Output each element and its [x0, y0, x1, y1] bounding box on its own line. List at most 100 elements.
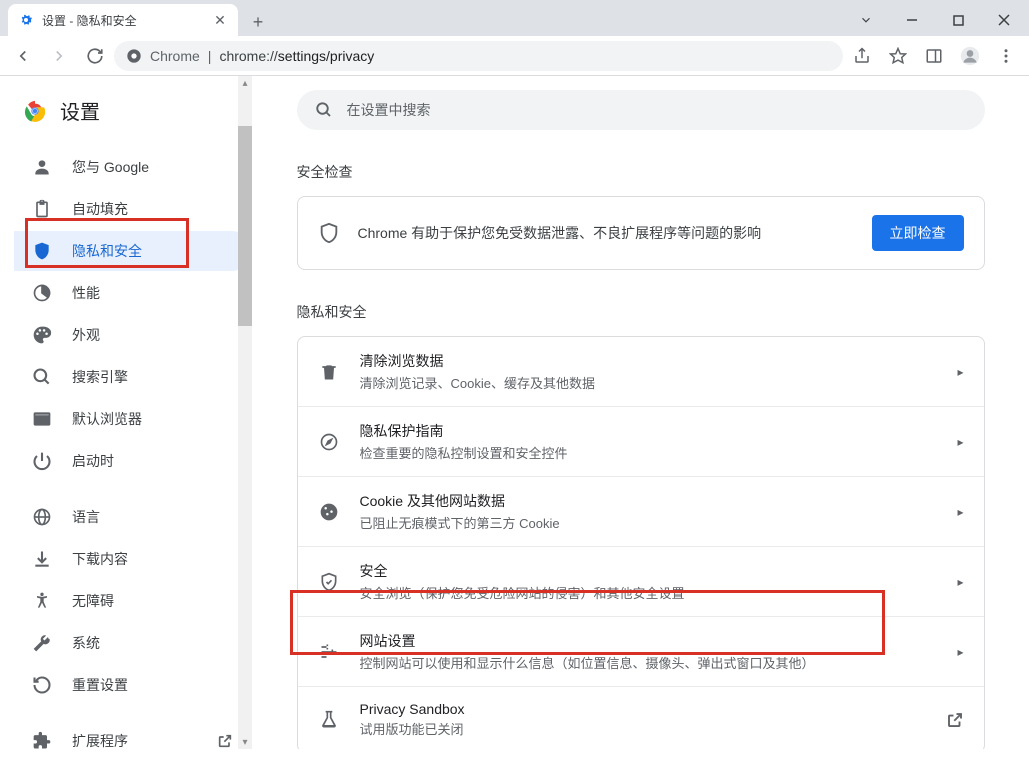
maximize-button[interactable] [935, 4, 981, 36]
sidebar-item-appearance[interactable]: 外观 [14, 315, 252, 355]
reload-button[interactable] [78, 39, 112, 73]
shield-check-icon [318, 571, 340, 593]
scroll-up-icon[interactable]: ▴ [238, 76, 252, 90]
row-subtitle: 清除浏览记录、Cookie、缓存及其他数据 [360, 373, 938, 392]
sidebar-item-label: 性能 [72, 283, 100, 303]
cookie-icon [318, 501, 340, 523]
chrome-logo-icon [126, 48, 142, 64]
download-icon [32, 549, 52, 569]
trash-icon [318, 361, 340, 383]
restore-icon [32, 675, 52, 695]
settings-main: 在设置中搜索 安全检查 Chrome 有助于保护您免受数据泄露、不良扩展程序等问… [252, 76, 1029, 749]
sidebar-item-label: 系统 [72, 633, 100, 653]
sidebar-item-label: 您与 Google [72, 157, 149, 177]
sidebar-item-accessibility[interactable]: 无障碍 [14, 581, 252, 621]
chevron-right-icon: ▸ [957, 505, 963, 519]
row-subtitle: 试用版功能已关闭 [360, 719, 926, 738]
kebab-menu-icon[interactable] [989, 39, 1023, 73]
sidebar-item-performance[interactable]: 性能 [14, 273, 252, 313]
scroll-down-icon[interactable]: ▾ [238, 735, 252, 749]
sidebar-item-languages[interactable]: 语言 [14, 497, 252, 537]
close-window-button[interactable] [981, 4, 1027, 36]
sidebar-item-you-and-google[interactable]: 您与 Google [14, 147, 252, 187]
scrollbar-thumb[interactable] [238, 126, 252, 326]
minimize-button[interactable] [889, 4, 935, 36]
accessibility-icon [32, 591, 52, 611]
sidebar-item-label: 启动时 [72, 451, 114, 471]
url-divider: | [208, 48, 212, 64]
url-scheme-label: Chrome [150, 48, 200, 64]
compass-icon [318, 431, 340, 453]
tune-icon [318, 641, 340, 663]
profile-avatar-icon[interactable] [953, 39, 987, 73]
sidebar-item-autofill[interactable]: 自动填充 [14, 189, 252, 229]
wrench-icon [32, 633, 52, 653]
sidebar-item-on-startup[interactable]: 启动时 [14, 441, 252, 481]
safety-check-text: Chrome 有助于保护您免受数据泄露、不良扩展程序等问题的影响 [358, 223, 854, 243]
sidebar-item-label: 下载内容 [72, 549, 128, 569]
chevron-right-icon: ▸ [957, 645, 963, 659]
row-title: 安全 [360, 561, 938, 581]
row-subtitle: 检查重要的隐私控制设置和安全控件 [360, 443, 938, 462]
safety-check-card: Chrome 有助于保护您免受数据泄露、不良扩展程序等问题的影响 立即检查 [297, 196, 985, 270]
forward-button[interactable] [42, 39, 76, 73]
browser-tab[interactable]: 设置 - 隐私和安全 ✕ [8, 4, 238, 36]
row-privacy-sandbox[interactable]: Privacy Sandbox试用版功能已关闭 [298, 686, 984, 749]
url-text: chrome://settings/privacy [219, 48, 374, 64]
side-panel-icon[interactable] [917, 39, 951, 73]
sidebar-item-label: 语言 [72, 507, 100, 527]
sidebar-item-extensions[interactable]: 扩展程序 [14, 721, 252, 761]
chevron-right-icon: ▸ [957, 435, 963, 449]
tab-title: 设置 - 隐私和安全 [42, 12, 137, 29]
privacy-security-card: 清除浏览数据清除浏览记录、Cookie、缓存及其他数据 ▸ 隐私保护指南检查重要… [297, 336, 985, 749]
sidebar-item-default-browser[interactable]: 默认浏览器 [14, 399, 252, 439]
row-subtitle: 安全浏览（保护您免受危险网站的侵害）和其他安全设置 [360, 583, 938, 602]
sidebar-item-reset[interactable]: 重置设置 [14, 665, 252, 705]
sidebar-item-downloads[interactable]: 下载内容 [14, 539, 252, 579]
sidebar-item-label: 默认浏览器 [72, 409, 142, 429]
open-external-icon [946, 711, 964, 729]
window-controls [843, 4, 1029, 36]
row-security[interactable]: 安全安全浏览（保护您免受危险网站的侵害）和其他安全设置 ▸ [298, 546, 984, 616]
row-title: Cookie 及其他网站数据 [360, 491, 938, 511]
gear-icon [18, 12, 34, 28]
row-subtitle: 控制网站可以使用和显示什么信息（如位置信息、摄像头、弹出式窗口及其他） [360, 653, 938, 672]
url-bar[interactable]: Chrome | chrome://settings/privacy [114, 41, 843, 71]
back-button[interactable] [6, 39, 40, 73]
close-tab-icon[interactable]: ✕ [212, 12, 228, 28]
settings-sidebar: 设置 您与 Google 自动填充 隐私和安全 性能 外观 [0, 76, 252, 749]
new-tab-button[interactable]: + [244, 8, 272, 36]
palette-icon [32, 325, 52, 345]
sidebar-header: 设置 [0, 76, 252, 139]
row-site-settings[interactable]: 网站设置控制网站可以使用和显示什么信息（如位置信息、摄像头、弹出式窗口及其他） … [298, 616, 984, 686]
share-icon[interactable] [845, 39, 879, 73]
content-area: 设置 您与 Google 自动填充 隐私和安全 性能 外观 [0, 76, 1029, 749]
check-now-button[interactable]: 立即检查 [872, 215, 964, 251]
settings-search-input[interactable]: 在设置中搜索 [297, 90, 985, 130]
flask-icon [318, 709, 340, 731]
row-cookies[interactable]: Cookie 及其他网站数据已阻止无痕模式下的第三方 Cookie ▸ [298, 476, 984, 546]
sidebar-item-label: 搜索引擎 [72, 367, 128, 387]
chevron-down-icon[interactable] [843, 4, 889, 36]
sidebar-title: 设置 [60, 96, 100, 125]
browser-window-icon [32, 409, 52, 429]
browser-toolbar: Chrome | chrome://settings/privacy [0, 36, 1029, 76]
search-icon [32, 367, 52, 387]
sidebar-item-search-engine[interactable]: 搜索引擎 [14, 357, 252, 397]
sidebar-item-label: 外观 [72, 325, 100, 345]
chrome-logo-icon [24, 100, 46, 122]
sidebar-item-label: 隐私和安全 [72, 241, 142, 261]
sidebar-scrollbar[interactable]: ▴ ▾ [238, 76, 252, 749]
safety-check-heading: 安全检查 [297, 162, 985, 182]
window-titlebar: 设置 - 隐私和安全 ✕ + [0, 0, 1029, 36]
row-privacy-guide[interactable]: 隐私保护指南检查重要的隐私控制设置和安全控件 ▸ [298, 406, 984, 476]
row-title: 清除浏览数据 [360, 351, 938, 371]
sidebar-item-system[interactable]: 系统 [14, 623, 252, 663]
clipboard-icon [32, 199, 52, 219]
row-subtitle: 已阻止无痕模式下的第三方 Cookie [360, 513, 938, 532]
sidebar-item-privacy-security[interactable]: 隐私和安全 [14, 231, 252, 271]
row-clear-browsing-data[interactable]: 清除浏览数据清除浏览记录、Cookie、缓存及其他数据 ▸ [298, 337, 984, 406]
shield-icon [32, 241, 52, 261]
tab-strip: 设置 - 隐私和安全 ✕ + [0, 4, 843, 36]
bookmark-star-icon[interactable] [881, 39, 915, 73]
